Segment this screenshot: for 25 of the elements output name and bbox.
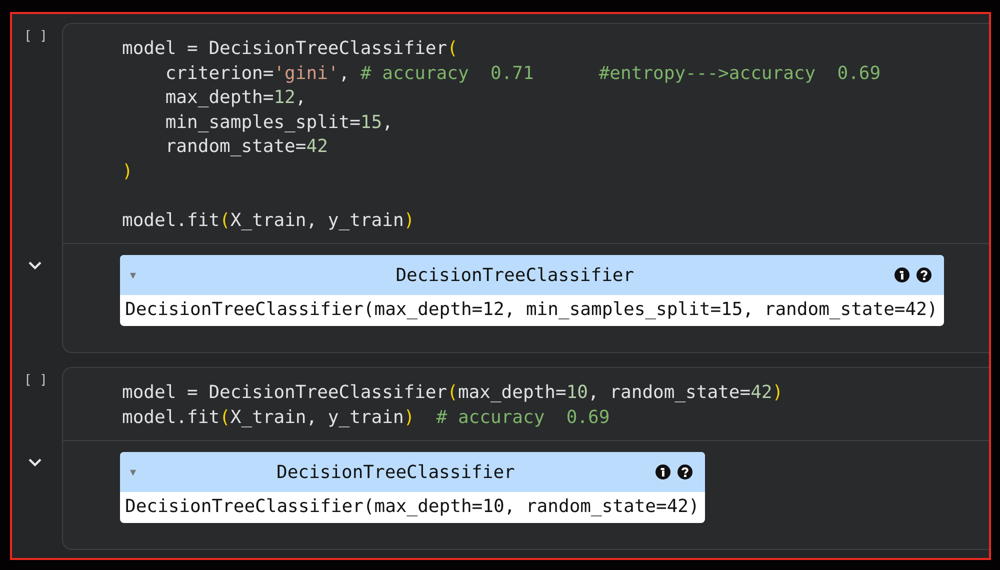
- estimator-repr: DecisionTreeClassifier(max_depth=10, random_state=42): [124, 495, 700, 519]
- code-line: min_samples_split=15,: [164, 110, 394, 134]
- info-icon[interactable]: [655, 464, 672, 480]
- code-line: random_state=42: [164, 135, 329, 159]
- estimator-title: DecisionTreeClassifier: [275, 462, 516, 482]
- estimator-repr: DecisionTreeClassifier(max_depth=12, min_samples_split=15, random_state=42): [124, 298, 939, 322]
- run-prompt[interactable]: [ ]: [24, 29, 48, 44]
- code-line: criterion='gini', # accuracy 0.71 #entropy--->accuracy 0.69: [164, 62, 882, 86]
- chevron-down-icon[interactable]: [28, 458, 42, 467]
- estimator-header[interactable]: ▾ DecisionTreeClassifier: [120, 255, 944, 295]
- code-line: model = DecisionTreeClassifier(: [122, 37, 459, 61]
- code-line: ): [122, 160, 134, 184]
- code-line: model.fit(X_train, y_train): [122, 208, 416, 232]
- code-line: model.fit(X_train, y_train) # accuracy 0.69: [122, 406, 611, 430]
- estimator-title: DecisionTreeClassifier: [394, 264, 636, 286]
- code-cell[interactable]: model = DecisionTreeClassifier(max_depth=10, random_state=42) model.fit(X_train, y_train) # accuracy 0.69: [62, 367, 989, 440]
- run-prompt[interactable]: [ ]: [24, 373, 48, 388]
- info-icon[interactable]: [894, 267, 910, 283]
- help-icon[interactable]: [677, 464, 694, 480]
- code-cell[interactable]: model = DecisionTreeClassifier( criterion='gini', # accuracy 0.71 #entropy--->accuracy 0.69 max_depth=12, min_samples_split=15, random_state=42 ) model.fit(X_train, y_train): [62, 23, 989, 243]
- estimator-header[interactable]: ▾ DecisionTreeClassifier: [120, 452, 706, 492]
- code-line: model = DecisionTreeClassifier(max_depth=10, random_state=42): [122, 381, 784, 405]
- code-line: max_depth=12,: [164, 86, 308, 110]
- chevron-down-icon[interactable]: [28, 261, 42, 270]
- help-icon[interactable]: [916, 267, 932, 283]
